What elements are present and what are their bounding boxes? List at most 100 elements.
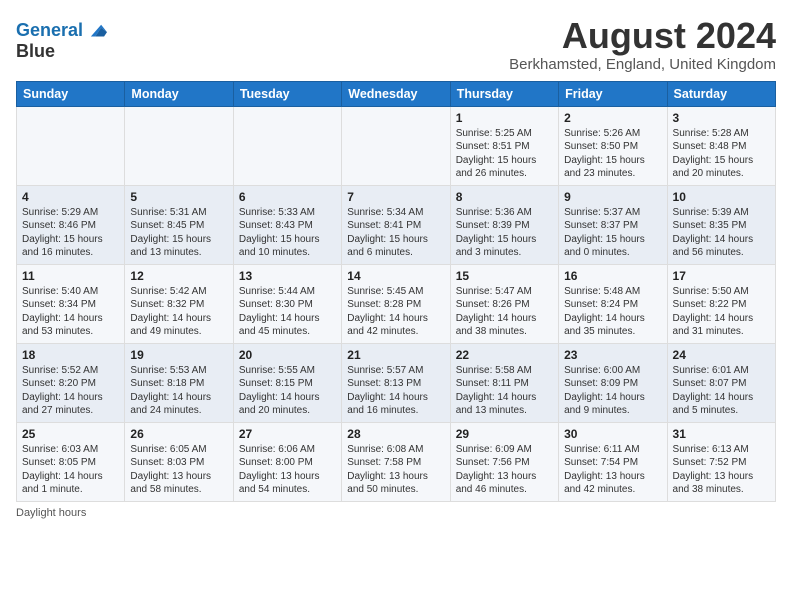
calendar-cell: 28Sunrise: 6:08 AM Sunset: 7:58 PM Dayli… (342, 422, 450, 501)
weekday-header: Sunday (17, 81, 125, 106)
day-number: 4 (22, 190, 119, 204)
location: Berkhamsted, England, United Kingdom (509, 56, 776, 73)
day-number: 3 (673, 111, 770, 125)
calendar-cell: 10 Sunrise: 5:39 AM Sunset: 8:35 PM Dayli… (667, 185, 775, 264)
day-number: 20 (239, 348, 336, 362)
logo-icon (85, 20, 107, 42)
cell-data: Sunrise: 5:29 AM Sunset: 8:46 PM Dayligh… (22, 206, 119, 260)
calendar-week-row: 4 Sunrise: 5:29 AM Sunset: 8:46 PM Daylig… (17, 185, 776, 264)
logo: General Blue (16, 20, 107, 62)
calendar-cell: 21Sunrise: 5:57 AM Sunset: 8:13 PM Dayli… (342, 343, 450, 422)
calendar-cell: 1Sunrise: 5:25 AM Sunset: 8:51 PM Daylig… (450, 106, 558, 185)
title-area: August 2024 Berkhamsted, England, United… (509, 16, 776, 73)
logo-text-line1: General (16, 21, 83, 41)
calendar-cell: 14 Sunrise: 5:45 AM Sunset: 8:28 PM Dayli… (342, 264, 450, 343)
calendar-table: SundayMondayTuesdayWednesdayThursdayFrid… (16, 81, 776, 502)
cell-data: Sunrise: 6:11 AM Sunset: 7:54 PM Dayligh… (564, 443, 661, 497)
cell-data: Sunrise: 5:52 AM Sunset: 8:20 PM Dayligh… (22, 364, 119, 418)
cell-data: Sunrise: 6:13 AM Sunset: 7:52 PM Dayligh… (673, 443, 770, 497)
header-row: SundayMondayTuesdayWednesdayThursdayFrid… (17, 81, 776, 106)
logo-text-line2: Blue (16, 42, 107, 62)
calendar-week-row: 1Sunrise: 5:25 AM Sunset: 8:51 PM Daylig… (17, 106, 776, 185)
day-number: 5 (130, 190, 227, 204)
day-number: 19 (130, 348, 227, 362)
cell-data: Sunrise: 5:48 AM Sunset: 8:24 PM Dayligh… (564, 285, 661, 339)
calendar-cell: 31Sunrise: 6:13 AM Sunset: 7:52 PM Dayli… (667, 422, 775, 501)
day-number: 13 (239, 269, 336, 283)
calendar-cell: 17Sunrise: 5:50 AM Sunset: 8:22 PM Dayli… (667, 264, 775, 343)
day-number: 9 (564, 190, 661, 204)
cell-data: Sunrise: 5:28 AM Sunset: 8:48 PM Dayligh… (673, 127, 770, 181)
calendar-week-row: 25 Sunrise: 6:03 AM Sunset: 8:05 PM Dayli… (17, 422, 776, 501)
cell-data: Sunrise: 5:57 AM Sunset: 8:13 PM Dayligh… (347, 364, 444, 418)
page: General Blue August 2024 Berkhamsted, En… (0, 0, 792, 529)
day-number: 18 (22, 348, 119, 362)
cell-data: Sunrise: 5:39 AM Sunset: 8:35 PM Dayligh… (673, 206, 770, 260)
calendar-cell (125, 106, 233, 185)
cell-data: Sunrise: 6:03 AM Sunset: 8:05 PM Dayligh… (22, 443, 119, 497)
cell-data: Sunrise: 5:26 AM Sunset: 8:50 PM Dayligh… (564, 127, 661, 181)
calendar-cell: 5Sunrise: 5:31 AM Sunset: 8:45 PM Daylig… (125, 185, 233, 264)
calendar-cell: 4 Sunrise: 5:29 AM Sunset: 8:46 PM Daylig… (17, 185, 125, 264)
day-number: 29 (456, 427, 553, 441)
calendar-week-row: 11 Sunrise: 5:40 AM Sunset: 8:34 PM Dayli… (17, 264, 776, 343)
day-number: 10 (673, 190, 770, 204)
calendar-cell: 18 Sunrise: 5:52 AM Sunset: 8:20 PM Dayli… (17, 343, 125, 422)
weekday-header: Thursday (450, 81, 558, 106)
day-number: 14 (347, 269, 444, 283)
cell-data: Sunrise: 5:36 AM Sunset: 8:39 PM Dayligh… (456, 206, 553, 260)
day-number: 2 (564, 111, 661, 125)
weekday-header: Wednesday (342, 81, 450, 106)
calendar-cell: 6Sunrise: 5:33 AM Sunset: 8:43 PM Daylig… (233, 185, 341, 264)
day-number: 12 (130, 269, 227, 283)
calendar-cell: 23Sunrise: 6:00 AM Sunset: 8:09 PM Dayli… (559, 343, 667, 422)
cell-data: Sunrise: 6:09 AM Sunset: 7:56 PM Dayligh… (456, 443, 553, 497)
calendar-cell: 19 Sunrise: 5:53 AM Sunset: 8:18 PM Dayli… (125, 343, 233, 422)
calendar-cell: 27 Sunrise: 6:06 AM Sunset: 8:00 PM Dayli… (233, 422, 341, 501)
day-number: 27 (239, 427, 336, 441)
calendar-cell: 9 Sunrise: 5:37 AM Sunset: 8:37 PM Daylig… (559, 185, 667, 264)
day-number: 11 (22, 269, 119, 283)
calendar-cell: 29 Sunrise: 6:09 AM Sunset: 7:56 PM Dayli… (450, 422, 558, 501)
day-number: 24 (673, 348, 770, 362)
calendar-cell: 30 Sunrise: 6:11 AM Sunset: 7:54 PM Dayli… (559, 422, 667, 501)
cell-data: Sunrise: 5:44 AM Sunset: 8:30 PM Dayligh… (239, 285, 336, 339)
day-number: 28 (347, 427, 444, 441)
header: General Blue August 2024 Berkhamsted, En… (16, 16, 776, 73)
calendar-cell (17, 106, 125, 185)
day-number: 30 (564, 427, 661, 441)
calendar-cell: 15 Sunrise: 5:47 AM Sunset: 8:26 PM Dayli… (450, 264, 558, 343)
calendar-week-row: 18 Sunrise: 5:52 AM Sunset: 8:20 PM Dayli… (17, 343, 776, 422)
weekday-header: Tuesday (233, 81, 341, 106)
cell-data: Sunrise: 6:06 AM Sunset: 8:00 PM Dayligh… (239, 443, 336, 497)
cell-data: Sunrise: 5:45 AM Sunset: 8:28 PM Dayligh… (347, 285, 444, 339)
day-number: 26 (130, 427, 227, 441)
calendar-cell: 16 Sunrise: 5:48 AM Sunset: 8:24 PM Dayli… (559, 264, 667, 343)
cell-data: Sunrise: 5:34 AM Sunset: 8:41 PM Dayligh… (347, 206, 444, 260)
day-number: 22 (456, 348, 553, 362)
cell-data: Sunrise: 5:53 AM Sunset: 8:18 PM Dayligh… (130, 364, 227, 418)
day-number: 23 (564, 348, 661, 362)
calendar-cell: 11 Sunrise: 5:40 AM Sunset: 8:34 PM Dayli… (17, 264, 125, 343)
calendar-cell (233, 106, 341, 185)
day-number: 25 (22, 427, 119, 441)
cell-data: Sunrise: 5:47 AM Sunset: 8:26 PM Dayligh… (456, 285, 553, 339)
calendar-cell: 22 Sunrise: 5:58 AM Sunset: 8:11 PM Dayli… (450, 343, 558, 422)
cell-data: Sunrise: 5:58 AM Sunset: 8:11 PM Dayligh… (456, 364, 553, 418)
weekday-header: Saturday (667, 81, 775, 106)
day-number: 7 (347, 190, 444, 204)
calendar-cell: 24Sunrise: 6:01 AM Sunset: 8:07 PM Dayli… (667, 343, 775, 422)
cell-data: Sunrise: 5:42 AM Sunset: 8:32 PM Dayligh… (130, 285, 227, 339)
cell-data: Sunrise: 5:40 AM Sunset: 8:34 PM Dayligh… (22, 285, 119, 339)
weekday-header: Friday (559, 81, 667, 106)
calendar-cell: 3 Sunrise: 5:28 AM Sunset: 8:48 PM Daylig… (667, 106, 775, 185)
day-number: 16 (564, 269, 661, 283)
calendar-cell: 7 Sunrise: 5:34 AM Sunset: 8:41 PM Daylig… (342, 185, 450, 264)
cell-data: Sunrise: 5:55 AM Sunset: 8:15 PM Dayligh… (239, 364, 336, 418)
cell-data: Sunrise: 5:37 AM Sunset: 8:37 PM Dayligh… (564, 206, 661, 260)
day-number: 15 (456, 269, 553, 283)
calendar-cell: 13 Sunrise: 5:44 AM Sunset: 8:30 PM Dayli… (233, 264, 341, 343)
footer-note: Daylight hours (16, 507, 776, 519)
calendar-cell: 12 Sunrise: 5:42 AM Sunset: 8:32 PM Dayli… (125, 264, 233, 343)
calendar-cell: 2 Sunrise: 5:26 AM Sunset: 8:50 PM Daylig… (559, 106, 667, 185)
